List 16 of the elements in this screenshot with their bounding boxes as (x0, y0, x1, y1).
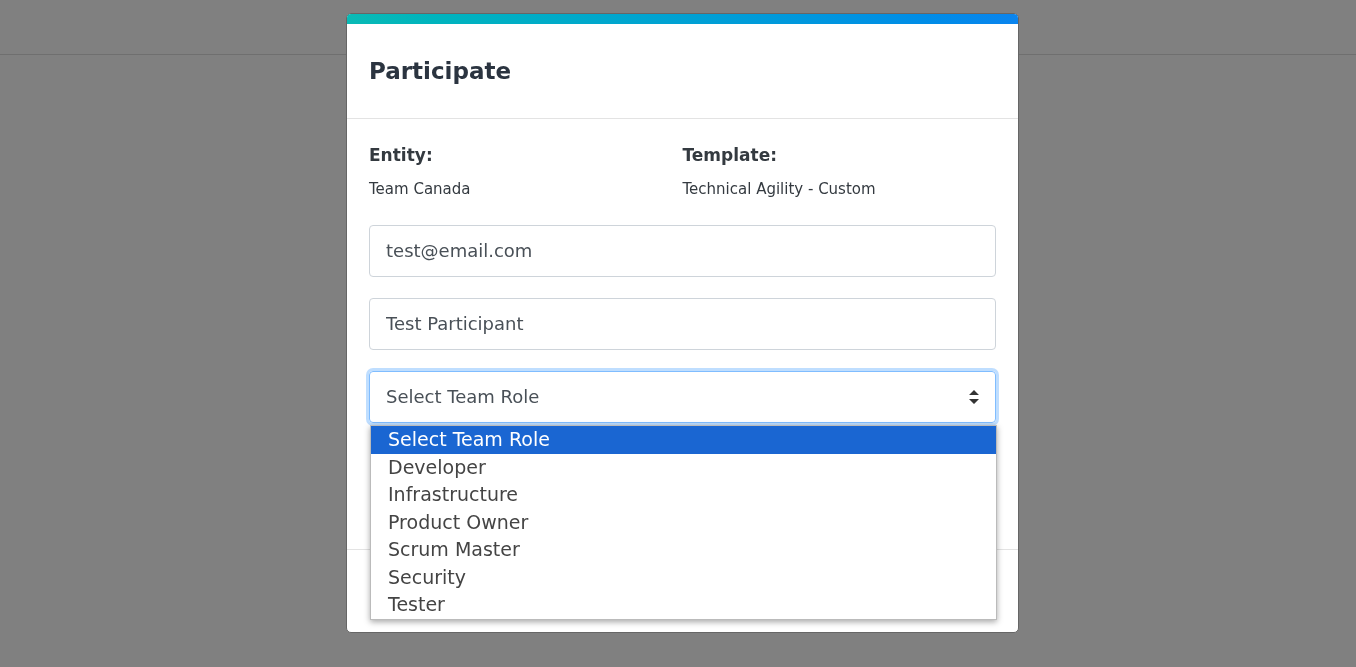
text-field[interactable]: Test Participant (369, 297, 996, 350)
detail-label: Template: (682, 144, 778, 167)
dropdown-option[interactable]: Security (371, 563, 996, 591)
detail-label: Entity: (369, 144, 434, 167)
dialog-title: Participate (369, 56, 512, 86)
team-role-select[interactable]: Select Team Role (369, 370, 996, 423)
dropdown-option[interactable]: Infrastructure (371, 481, 996, 509)
text-field[interactable]: test@email.com (369, 224, 996, 277)
dropdown-option[interactable]: Tester (371, 591, 996, 619)
detail-value: Team Canada (369, 179, 472, 200)
dropdown-option[interactable]: Product Owner (371, 508, 996, 536)
sort-caret-icon (969, 389, 979, 404)
dropdown-option[interactable]: Select Team Role (371, 426, 996, 454)
detail-value: Technical Agility - Custom (682, 179, 877, 200)
dropdown-option[interactable]: Scrum Master (371, 536, 996, 564)
dropdown-option[interactable]: Developer (371, 453, 996, 481)
